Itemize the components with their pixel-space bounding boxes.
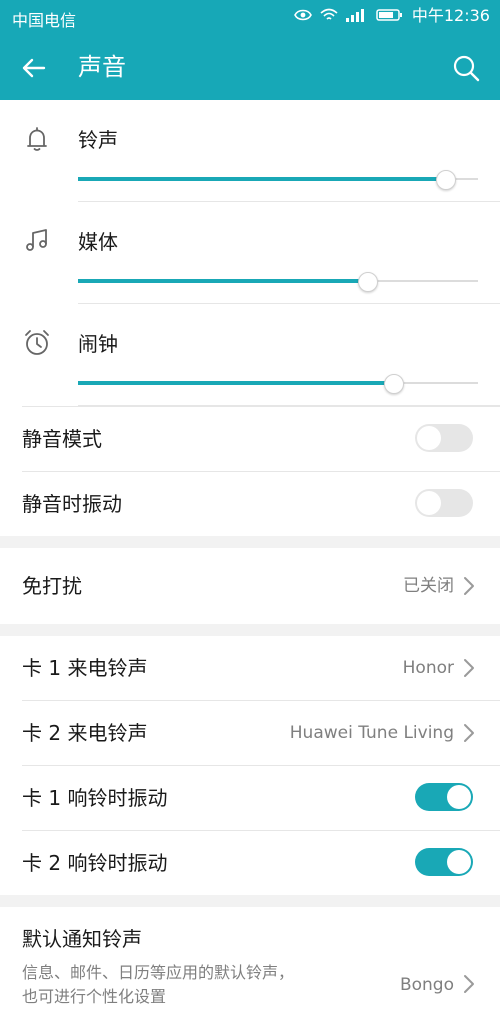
sim1-vibrate-toggle[interactable] [415,783,473,811]
media-volume-slider[interactable] [78,272,478,292]
sim1-ringtone-label: 卡 1 来电铃声 [22,656,148,680]
back-button[interactable] [16,50,52,86]
silent-mode-toggle[interactable] [415,424,473,452]
signal-icon [345,7,368,26]
notification-ringtone-label: 默认通知铃声 [22,927,142,951]
chevron-right-icon [462,974,476,994]
slider-fill [78,381,394,385]
bell-icon [22,124,52,154]
slider-thumb[interactable] [436,170,456,190]
dnd-value: 已关闭 [403,576,454,596]
slider-thumb[interactable] [358,272,378,292]
status-icons: 中午12:36 [293,6,490,26]
chevron-right-icon [462,723,476,743]
notification-ringtone-row[interactable]: 默认通知铃声 信息、邮件、日历等应用的默认铃声，也可进行个性化设置 Bongo [22,907,500,1019]
volume-card: 铃声 媒体 闹钟 静音模式 静音时振动 [0,100,500,536]
slider-fill [78,279,368,283]
status-time: 中午12:36 [411,6,490,25]
eye-icon [293,7,312,26]
silent-mode-row[interactable]: 静音模式 [22,406,500,471]
alarm-volume-label: 闹钟 [78,332,118,356]
music-note-icon [22,226,52,256]
alarm-volume-slider[interactable] [78,374,478,394]
slider-thumb[interactable] [384,374,404,394]
search-icon [448,55,484,90]
dnd-row[interactable]: 免打扰 已关闭 [22,548,500,624]
ringtone-volume-label: 铃声 [78,128,118,152]
dnd-label: 免打扰 [22,574,82,598]
notification-ringtone-description: 信息、邮件、日历等应用的默认铃声，也可进行个性化设置 [22,963,295,1006]
ringtone-card: 卡 1 来电铃声 Honor 卡 2 来电铃声 Huawei Tune Livi… [0,636,500,895]
chevron-right-icon [462,576,476,596]
sim1-vibrate-label: 卡 1 响铃时振动 [22,786,168,810]
sim2-ringtone-label: 卡 2 来电铃声 [22,721,148,745]
slider-fill [78,177,446,181]
toggle-knob [417,426,441,450]
notification-card: 默认通知铃声 信息、邮件、日历等应用的默认铃声，也可进行个性化设置 Bongo [0,907,500,1019]
sim2-ringtone-value: Huawei Tune Living [289,723,454,743]
app-bar: 声音 [0,34,500,100]
volume-row-alarm: 闹钟 [25,304,500,406]
settings-content: 铃声 媒体 闹钟 静音模式 静音时振动 免打扰 已关闭 卡 1 来电铃声 Hon… [0,100,500,1019]
carrier-name: 中国电信 [12,11,77,30]
wifi-icon [320,7,338,26]
ringtone-volume-slider[interactable] [78,170,478,190]
sim2-ringtone-row[interactable]: 卡 2 来电铃声 Huawei Tune Living [22,700,500,765]
silent-vibration-label: 静音时振动 [22,492,122,516]
dnd-card: 免打扰 已关闭 [0,548,500,624]
sim2-vibrate-row[interactable]: 卡 2 响铃时振动 [22,830,500,895]
silent-mode-label: 静音模式 [22,427,102,451]
sim2-vibrate-toggle[interactable] [415,848,473,876]
toggle-knob [447,785,471,809]
sim1-vibrate-row[interactable]: 卡 1 响铃时振动 [22,765,500,830]
volume-row-ringtone: 铃声 [27,100,500,202]
silent-vibration-toggle[interactable] [415,489,473,517]
media-volume-label: 媒体 [78,230,118,254]
volume-row-media: 媒体 [26,202,500,304]
page-title: 声音 [78,53,126,81]
chevron-right-icon [462,658,476,678]
sim2-vibrate-label: 卡 2 响铃时振动 [22,851,168,875]
sim1-ringtone-row[interactable]: 卡 1 来电铃声 Honor [22,636,500,700]
alarm-icon [22,328,52,358]
sim1-ringtone-value: Honor [402,658,454,678]
toggle-knob [447,850,471,874]
arrow-left-icon [16,58,52,90]
notification-ringtone-value: Bongo [399,975,454,995]
toggle-knob [417,491,441,515]
battery-icon [376,7,404,26]
silent-vibration-row[interactable]: 静音时振动 [22,471,500,536]
search-button[interactable] [448,50,484,86]
status-bar: 中国电信 中午12:36 [0,0,500,34]
